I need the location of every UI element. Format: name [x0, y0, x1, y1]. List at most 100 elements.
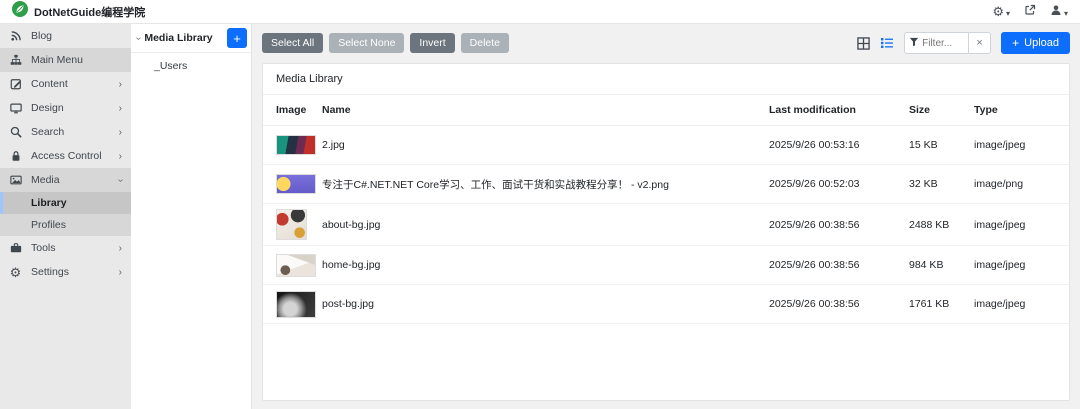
- column-header-name: Name: [322, 104, 351, 116]
- media-library-card: Media Library Image Name Last modificati…: [262, 63, 1070, 401]
- card-title: Media Library: [263, 64, 1069, 95]
- file-size: 1761 KB: [909, 298, 950, 310]
- column-header-last-modification: Last modification: [769, 104, 856, 116]
- sidebar-item-label: Library: [31, 197, 67, 209]
- sidebar-item-label: Media: [31, 174, 60, 186]
- table-row[interactable]: 专注于C#.NET.NET Core学习、工作、面试干货和实战教程分享！ - v…: [263, 165, 1069, 204]
- filter-group: [904, 32, 992, 54]
- chevron-right-icon: [119, 127, 122, 138]
- sidebar-item-library[interactable]: Library: [0, 192, 131, 214]
- file-name: home-bg.jpg: [322, 259, 381, 271]
- main-content: Select All Select None Invert Delete Fil…: [252, 24, 1080, 409]
- select-none-button[interactable]: Select None: [329, 33, 405, 53]
- invert-button[interactable]: Invert: [410, 33, 455, 53]
- file-modified: 2025/9/26 00:38:56: [769, 259, 860, 271]
- file-size: 15 KB: [909, 139, 938, 151]
- chevron-right-icon: [119, 151, 122, 162]
- column-header-size: Size: [909, 104, 931, 116]
- toolbox-icon: [9, 242, 22, 254]
- sidebar-item-media[interactable]: Media: [0, 168, 131, 192]
- plus-icon: [1012, 36, 1019, 50]
- file-type: image/png: [974, 178, 1024, 190]
- sidebar-item-access-control[interactable]: Access Control: [0, 144, 131, 168]
- clear-filter-button[interactable]: [968, 33, 991, 53]
- column-header-image: Image: [276, 104, 307, 116]
- sidebar-item-label: Search: [31, 126, 65, 138]
- file-modified: 2025/9/26 00:53:16: [769, 139, 860, 151]
- brand-logo-icon: [12, 1, 28, 22]
- file-size: 32 KB: [909, 178, 938, 190]
- caret-down-icon: [1064, 3, 1068, 21]
- search-icon: [9, 126, 22, 138]
- monitor-icon: [9, 102, 22, 114]
- chevron-right-icon: [119, 267, 122, 278]
- upload-button[interactable]: Upload: [1001, 32, 1070, 54]
- file-thumbnail: [276, 209, 307, 240]
- file-type: image/jpeg: [974, 139, 1026, 151]
- add-folder-button[interactable]: [227, 28, 247, 48]
- file-size: 2488 KB: [909, 218, 950, 231]
- media-folder-tree: Media Library _Users: [131, 24, 252, 409]
- file-name: post-bg.jpg: [322, 298, 374, 310]
- sidebar-item-settings[interactable]: Settings: [0, 260, 131, 284]
- rss-icon: [9, 30, 22, 42]
- tree-root-label: Media Library: [144, 32, 213, 44]
- sidebar-item-label: Main Menu: [31, 54, 83, 66]
- brand[interactable]: DotNetGuide编程学院: [12, 1, 145, 22]
- sidebar-item-main-menu[interactable]: Main Menu: [0, 48, 131, 72]
- grid-view-icon[interactable]: [857, 36, 870, 50]
- select-all-button[interactable]: Select All: [262, 33, 324, 53]
- sidebar-item-blog[interactable]: Blog: [0, 24, 131, 48]
- sidebar-item-label: Access Control: [31, 150, 102, 162]
- chevron-right-icon: [119, 243, 122, 254]
- tree-folder-users[interactable]: _Users: [131, 53, 251, 79]
- open-site-button[interactable]: [1024, 3, 1036, 21]
- file-type: image/jpeg: [974, 259, 1026, 271]
- edit-icon: [9, 78, 22, 90]
- caret-down-icon: [1006, 3, 1010, 21]
- file-modified: 2025/9/26 00:38:56: [769, 298, 860, 310]
- sidebar-item-label: Blog: [31, 30, 53, 42]
- table-row[interactable]: post-bg.jpg 2025/9/26 00:38:56 1761 KB i…: [263, 285, 1069, 324]
- table-row[interactable]: 2.jpg 2025/9/26 00:53:16 15 KB image/jpe…: [263, 126, 1069, 165]
- sidebar-item-label: Content: [31, 78, 68, 90]
- sidebar-item-tools[interactable]: Tools: [0, 236, 131, 260]
- file-name: about-bg.jpg: [322, 218, 381, 231]
- file-modified: 2025/9/26 00:52:03: [769, 178, 860, 190]
- settings-dropdown[interactable]: [992, 3, 1010, 21]
- list-view-icon[interactable]: [880, 36, 894, 50]
- chevron-right-icon: [119, 103, 122, 114]
- sidebar-item-profiles[interactable]: Profiles: [0, 214, 131, 236]
- sidebar-item-design[interactable]: Design: [0, 96, 131, 120]
- sidebar-item-label: Profiles: [31, 219, 67, 231]
- gear-icon: [992, 3, 1004, 21]
- brand-name: DotNetGuide编程学院: [34, 6, 146, 19]
- file-thumbnail: [276, 290, 316, 318]
- user-dropdown[interactable]: [1050, 3, 1068, 21]
- file-modified: 2025/9/26 00:38:56: [769, 218, 860, 231]
- file-thumbnail: [276, 135, 316, 155]
- funnel-icon: [909, 34, 919, 52]
- table-row[interactable]: home-bg.jpg 2025/9/26 00:38:56 984 KB im…: [263, 246, 1069, 285]
- media-toolbar: Select All Select None Invert Delete Fil…: [262, 32, 1070, 54]
- upload-label: Upload: [1024, 37, 1059, 49]
- top-bar: DotNetGuide编程学院: [0, 0, 1080, 24]
- image-icon: [9, 174, 22, 186]
- gear-icon: [9, 266, 22, 279]
- sidebar-item-search[interactable]: Search: [0, 120, 131, 144]
- delete-button[interactable]: Delete: [460, 33, 510, 53]
- sidebar-item-label: Settings: [31, 266, 69, 278]
- chevron-down-icon: [133, 36, 144, 39]
- tree-root-folder[interactable]: Media Library: [131, 24, 251, 53]
- lock-icon: [9, 150, 22, 162]
- file-type: image/jpeg: [974, 218, 1026, 231]
- chevron-down-icon: [115, 178, 126, 181]
- filter-input[interactable]: [922, 37, 965, 49]
- file-type: image/jpeg: [974, 298, 1026, 310]
- column-header-type: Type: [974, 104, 998, 116]
- sitemap-icon: [9, 54, 22, 66]
- user-icon: [1050, 3, 1062, 21]
- table-row[interactable]: about-bg.jpg 2025/9/26 00:38:56 2488 KB …: [263, 204, 1069, 246]
- file-size: 984 KB: [909, 259, 944, 271]
- sidebar-item-content[interactable]: Content: [0, 72, 131, 96]
